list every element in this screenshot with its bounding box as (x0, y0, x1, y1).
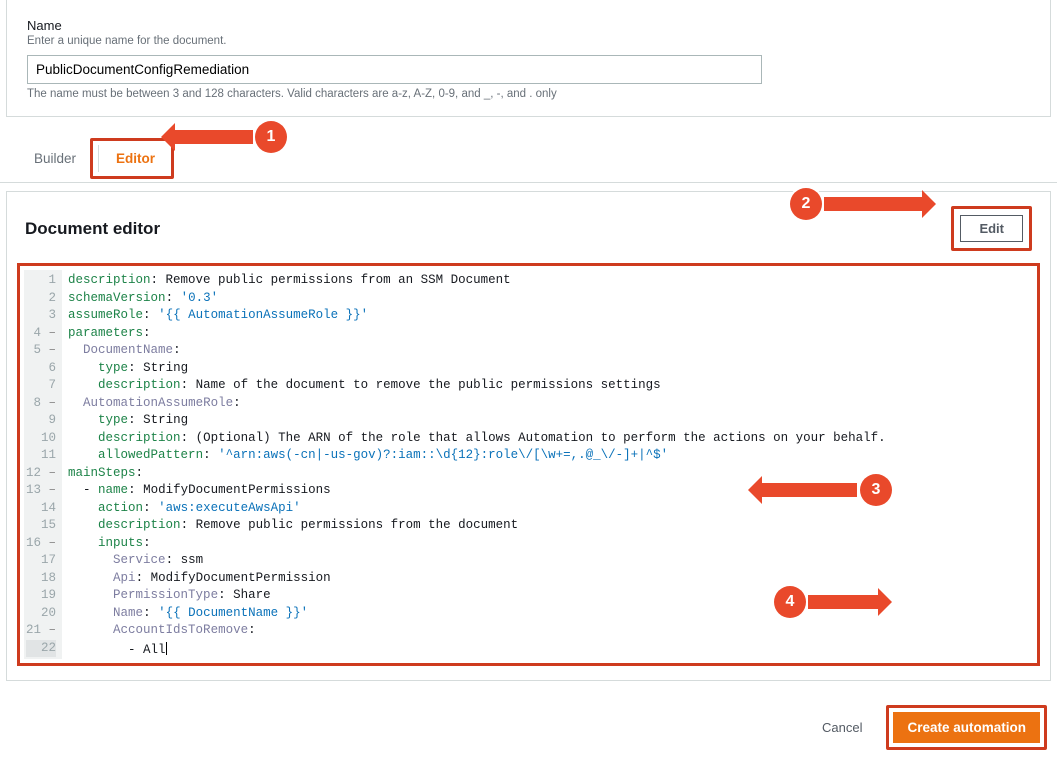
code-lines[interactable]: description: Remove public permissions f… (62, 270, 1033, 659)
annotation-box-2: Edit (951, 206, 1032, 251)
footer-row: Cancel Create automation (0, 705, 1047, 750)
name-help: The name must be between 3 and 128 chara… (27, 88, 1030, 100)
edit-button[interactable]: Edit (960, 215, 1023, 242)
name-subtext: Enter a unique name for the document. (27, 35, 1030, 47)
annotation-box-3: 1234 –5 –678 –9101112 –13 –141516 –17181… (17, 263, 1040, 666)
document-editor-panel: Document editor Edit 1234 –5 –678 –91011… (6, 191, 1051, 681)
tabs-row: Builder Editor (0, 135, 1057, 183)
name-label: Name (27, 18, 1030, 33)
create-automation-button[interactable]: Create automation (893, 712, 1040, 743)
tab-editor[interactable]: Editor (102, 143, 169, 174)
line-gutter: 1234 –5 –678 –9101112 –13 –141516 –17181… (24, 270, 62, 659)
name-section: Name Enter a unique name for the documen… (6, 0, 1051, 117)
code-editor[interactable]: 1234 –5 –678 –9101112 –13 –141516 –17181… (24, 270, 1033, 659)
annotation-box-1: Editor (90, 138, 174, 179)
name-input[interactable] (27, 55, 762, 84)
document-editor-title: Document editor (25, 219, 160, 239)
annotation-box-4: Create automation (886, 705, 1047, 750)
tab-divider (98, 145, 99, 172)
tab-builder[interactable]: Builder (20, 143, 90, 174)
cancel-button[interactable]: Cancel (808, 712, 876, 743)
